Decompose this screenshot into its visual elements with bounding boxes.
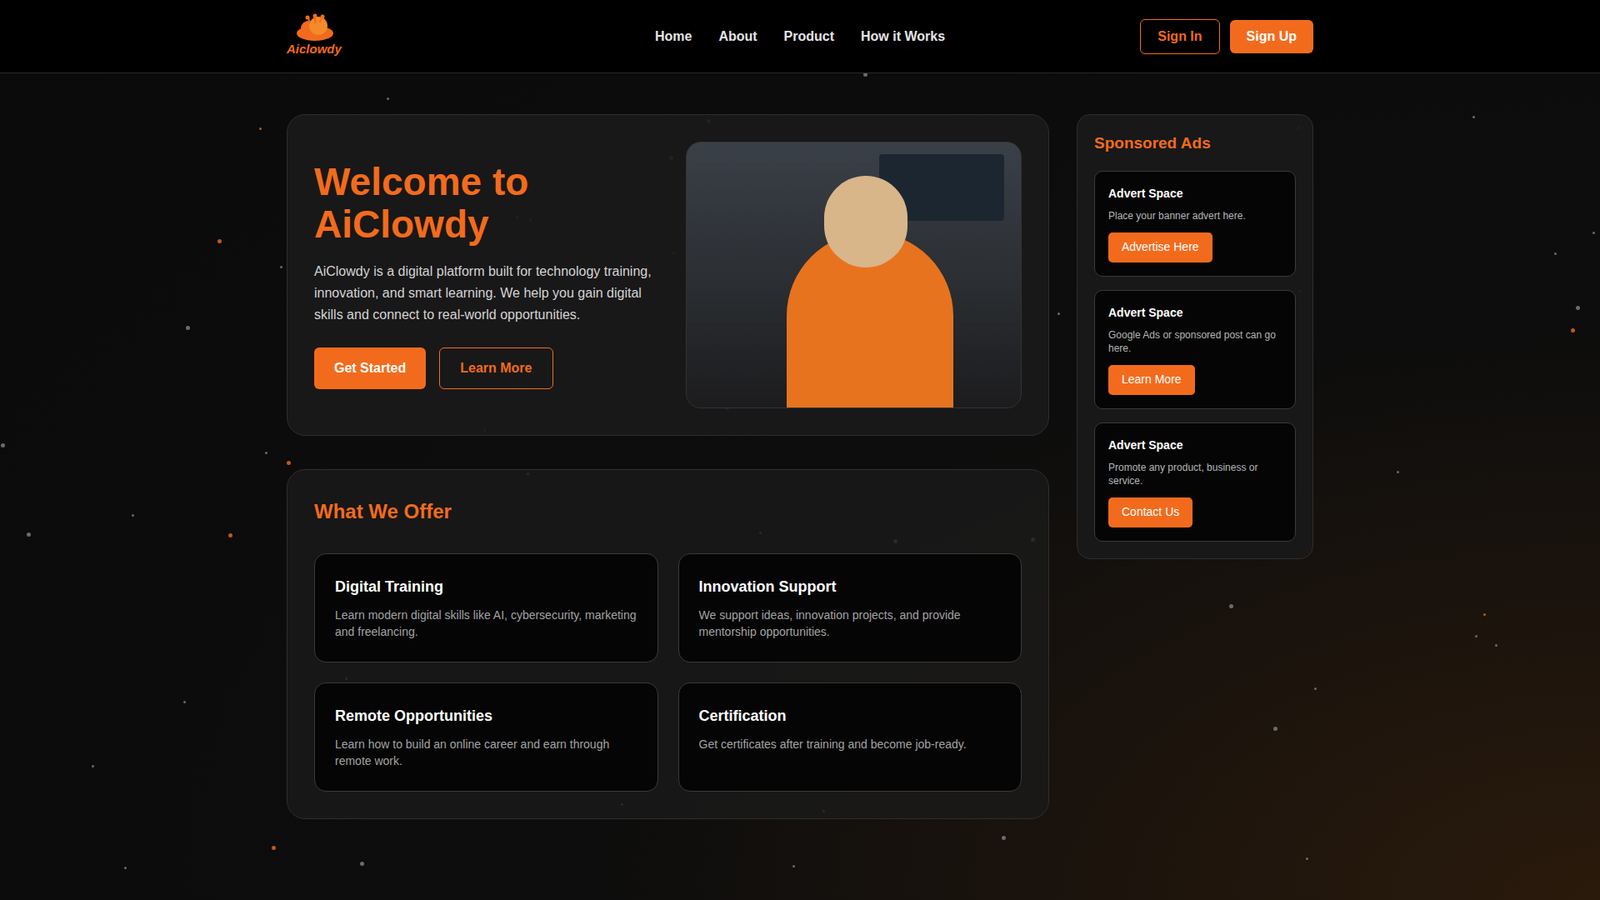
nav-link[interactable]: How it Works bbox=[860, 26, 945, 47]
star-dot bbox=[228, 533, 233, 538]
ad-button[interactable]: Contact Us bbox=[1108, 497, 1193, 528]
star-dot bbox=[271, 845, 276, 850]
star-dot bbox=[286, 460, 291, 465]
nav-links: Home About Product How it Works bbox=[655, 26, 945, 47]
hero-title: Welcome to AiClowdy bbox=[314, 160, 665, 245]
nav-link[interactable]: Home bbox=[655, 26, 692, 47]
star-dot bbox=[360, 861, 365, 866]
star-dot bbox=[1396, 470, 1400, 474]
star-dot bbox=[1554, 252, 1557, 255]
ad-button[interactable]: Advertise Here bbox=[1108, 232, 1213, 263]
star-dot bbox=[1483, 613, 1486, 616]
nav-link[interactable]: About bbox=[718, 26, 757, 47]
star-dot bbox=[185, 325, 190, 330]
star-dot bbox=[1057, 312, 1060, 315]
offer-card: CertificationGet certificates after trai… bbox=[678, 682, 1023, 792]
logo-icon bbox=[293, 13, 337, 42]
navbar: Aiclowdy Home About Product How it Works Sign… bbox=[0, 0, 1600, 74]
offer-title: What We Offer bbox=[314, 496, 1022, 527]
star-dot bbox=[1575, 305, 1580, 310]
star-dot bbox=[1001, 835, 1006, 840]
star-dot bbox=[265, 451, 268, 455]
ad-card: Advert SpacePlace your banner advert her… bbox=[1094, 170, 1296, 277]
star-dot bbox=[124, 866, 127, 870]
star-dot bbox=[792, 865, 795, 868]
star-dot bbox=[386, 97, 390, 100]
nav-link[interactable]: Product bbox=[784, 26, 835, 47]
ads-sidebar: Sponsored Ads Advert SpacePlace your bann… bbox=[1076, 114, 1314, 560]
star-dot bbox=[1475, 635, 1478, 638]
star-dot bbox=[1305, 857, 1309, 860]
ad-card: Advert SpaceGoogle Ads or sponsored post… bbox=[1094, 290, 1296, 410]
hero-image bbox=[685, 141, 1022, 409]
offer-card: Innovation SupportWe support ideas, inno… bbox=[678, 553, 1023, 663]
star-dot bbox=[1229, 604, 1234, 609]
main-content: Welcome to AiClowdy AiClowdy is a digital… bbox=[286, 73, 1314, 820]
star-dot bbox=[1314, 687, 1317, 690]
star-dot bbox=[131, 514, 135, 517]
ads-title: Sponsored Ads bbox=[1094, 131, 1296, 156]
star-dot bbox=[91, 765, 95, 768]
get-started-button[interactable]: Get Started bbox=[314, 347, 426, 390]
star-dot bbox=[1273, 726, 1278, 731]
star-dot bbox=[1472, 115, 1475, 119]
ad-card: Advert SpacePromote any product, busines… bbox=[1094, 422, 1296, 542]
star-dot bbox=[183, 700, 186, 704]
learn-more-button[interactable]: Learn More bbox=[439, 347, 553, 390]
offer-card: Remote OpportunitiesLearn how to build a… bbox=[314, 682, 659, 792]
ad-button[interactable]: Learn More bbox=[1108, 365, 1195, 395]
sign-up-button[interactable]: Sign Up bbox=[1230, 20, 1314, 54]
offer-section: What We Offer Digital TrainingLearn moder… bbox=[286, 469, 1050, 820]
page: Aiclowdy Home About Product How it Works Sign… bbox=[0, 0, 1600, 900]
star-dot bbox=[0, 443, 5, 448]
star-dot bbox=[259, 127, 262, 130]
star-dot bbox=[1570, 328, 1575, 333]
star-dot bbox=[280, 265, 283, 269]
star-dot bbox=[1495, 644, 1498, 647]
star-dot bbox=[1592, 231, 1595, 235]
star-dot bbox=[217, 239, 222, 244]
star-dot bbox=[26, 532, 31, 537]
logo[interactable]: Aiclowdy bbox=[286, 13, 537, 60]
offer-card: Digital TrainingLearn modern digital ski… bbox=[314, 553, 659, 663]
sign-in-button[interactable]: Sign In bbox=[1140, 19, 1220, 55]
hero-card: Welcome to AiClowdy AiClowdy is a digital… bbox=[286, 114, 1050, 436]
hero-description: AiClowdy is a digital platform built for… bbox=[314, 260, 665, 326]
